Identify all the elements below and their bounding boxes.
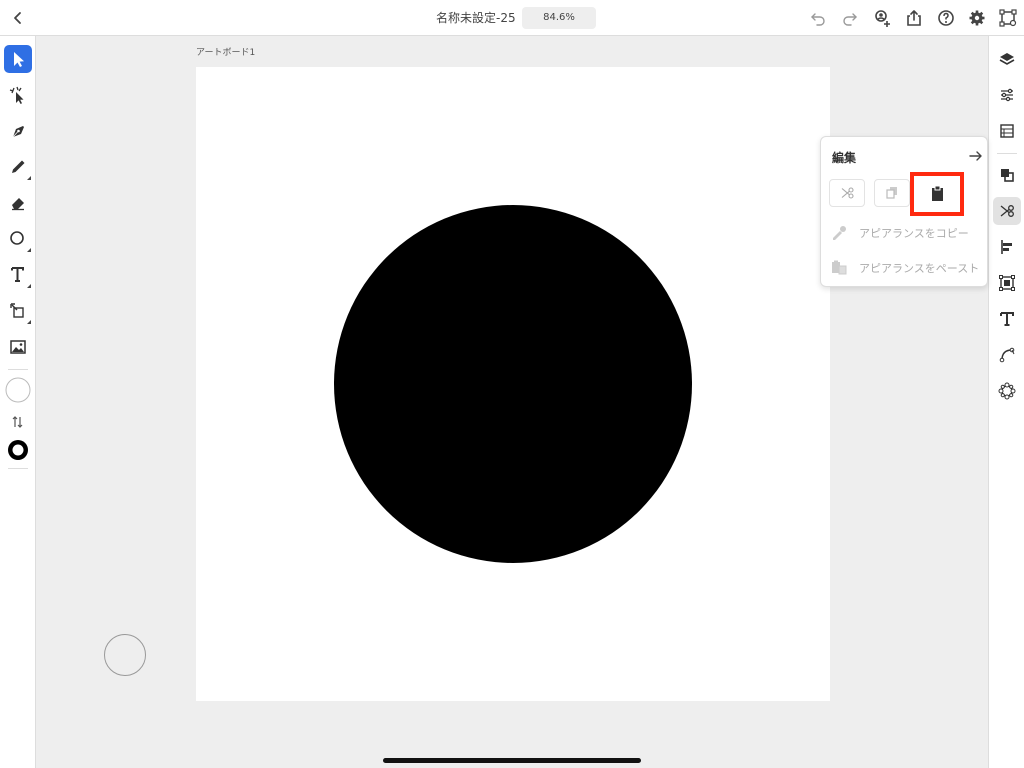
toolbar-divider xyxy=(8,369,28,370)
edit-icon[interactable] xyxy=(993,197,1021,225)
settings-icon[interactable] xyxy=(967,8,987,28)
image-tool[interactable] xyxy=(4,333,32,361)
document-title[interactable]: 名称未設定-25 xyxy=(436,10,516,26)
artboard-label[interactable]: アートボード1 xyxy=(196,45,255,58)
shape-tool[interactable] xyxy=(4,225,32,253)
user-add-icon[interactable] xyxy=(872,8,892,28)
tool-options-indicator xyxy=(27,176,31,180)
stroke-color-swatch[interactable] xyxy=(4,436,32,464)
toolbar-divider xyxy=(8,468,28,469)
layers-icon[interactable] xyxy=(993,45,1021,73)
copy-appearance-item[interactable]: アピアランスをコピー xyxy=(829,221,985,243)
redo-icon[interactable] xyxy=(840,8,860,28)
copy-button[interactable] xyxy=(874,179,910,207)
direct-select-tool[interactable] xyxy=(4,81,32,109)
tool-options-indicator xyxy=(27,248,31,252)
top-bar: 名称未設定-25 84.6% xyxy=(0,0,1024,36)
paste-appearance-icon xyxy=(832,260,847,275)
eraser-tool[interactable] xyxy=(4,189,32,217)
home-indicator[interactable] xyxy=(383,758,641,763)
artboard[interactable] xyxy=(196,67,830,701)
toolbar-divider xyxy=(997,153,1017,154)
touch-modifier-button[interactable] xyxy=(104,634,146,676)
pen-tool[interactable] xyxy=(4,117,32,145)
paste-appearance-label: アピアランスをペースト xyxy=(859,262,980,275)
eyedropper-icon xyxy=(833,226,846,240)
libraries-icon[interactable] xyxy=(993,117,1021,145)
text-icon[interactable] xyxy=(993,305,1021,333)
cut-icon xyxy=(841,187,854,199)
paste-button[interactable] xyxy=(910,172,964,216)
share-icon[interactable] xyxy=(904,8,924,28)
transform-tool[interactable] xyxy=(4,297,32,325)
arrange-icon[interactable] xyxy=(993,161,1021,189)
select-tool[interactable] xyxy=(4,45,32,73)
fill-color-swatch[interactable] xyxy=(4,376,32,404)
paste-icon xyxy=(932,185,943,201)
help-icon[interactable] xyxy=(936,8,956,28)
cut-button[interactable] xyxy=(829,179,865,207)
edit-panel: 編集 アピアランスをコピー アピアランスをペースト xyxy=(820,136,988,287)
copy-appearance-label: アピアランスをコピー xyxy=(859,227,969,240)
panel-title: 編集 xyxy=(832,151,857,165)
left-toolbar xyxy=(0,36,36,768)
repeat-icon[interactable] xyxy=(993,377,1021,405)
artboard-icon[interactable] xyxy=(998,8,1018,28)
tool-options-indicator xyxy=(27,284,31,288)
tool-options-indicator xyxy=(27,320,31,324)
path-icon[interactable] xyxy=(993,341,1021,369)
arrow-right-icon[interactable] xyxy=(967,147,985,165)
align-icon[interactable] xyxy=(993,233,1021,261)
pencil-tool[interactable] xyxy=(4,153,32,181)
zoom-level[interactable]: 84.6% xyxy=(522,7,596,29)
circle-shape[interactable] xyxy=(334,205,692,563)
properties-icon[interactable] xyxy=(993,81,1021,109)
transform-icon[interactable] xyxy=(993,269,1021,297)
back-icon[interactable] xyxy=(8,8,28,28)
undo-icon[interactable] xyxy=(808,8,828,28)
swap-colors-icon[interactable] xyxy=(4,408,32,436)
type-tool[interactable] xyxy=(4,261,32,289)
right-toolbar xyxy=(988,36,1024,768)
copy-icon xyxy=(886,187,897,199)
paste-appearance-item[interactable]: アピアランスをペースト xyxy=(829,256,985,278)
